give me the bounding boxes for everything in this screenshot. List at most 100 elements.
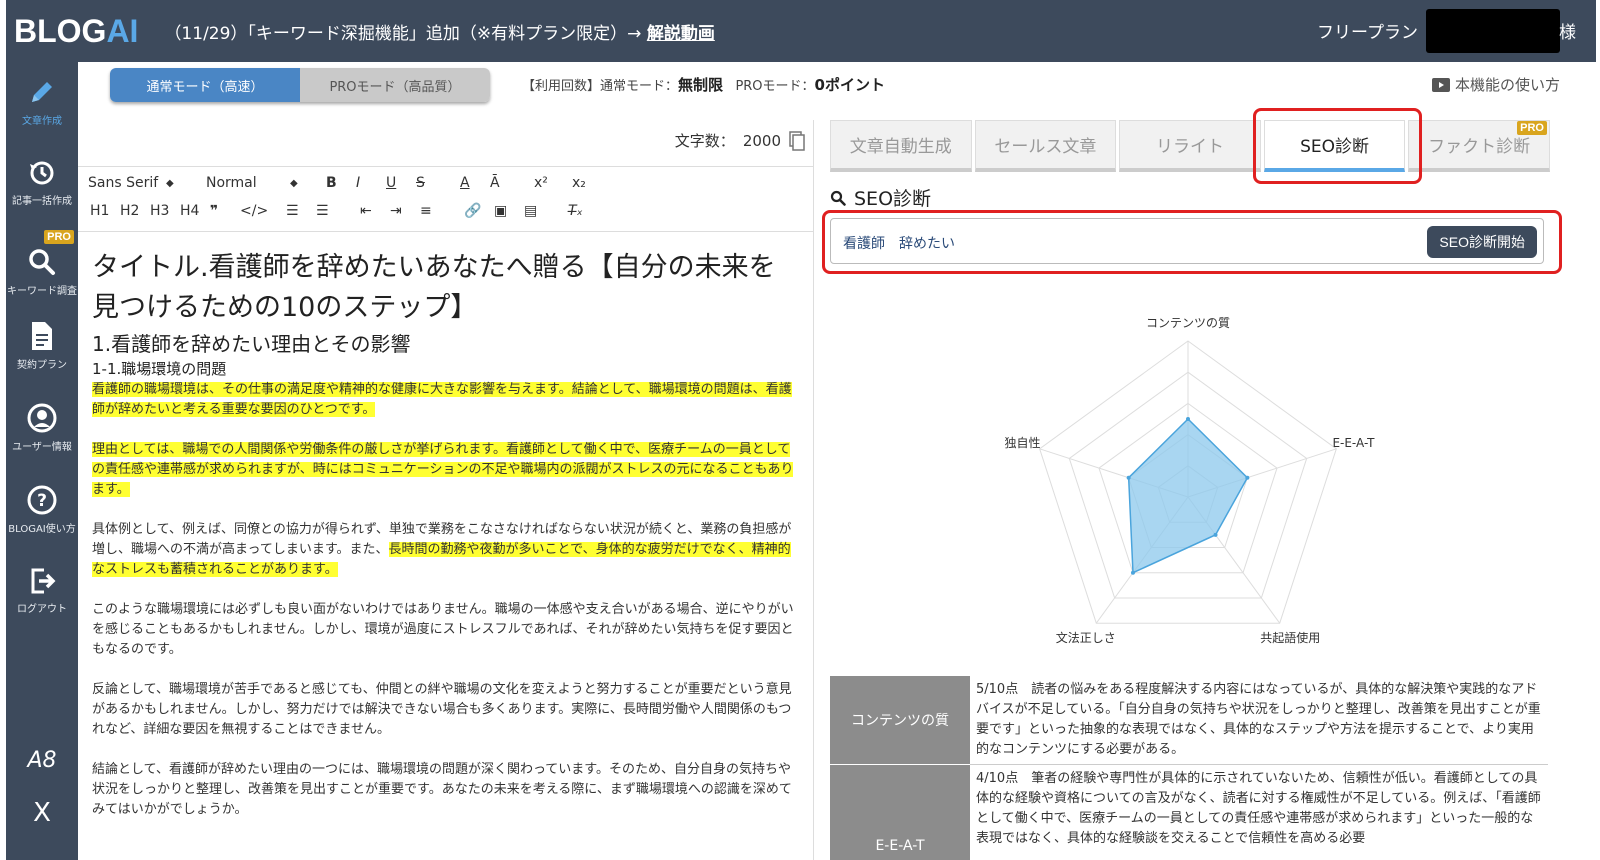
subsection-heading: 1-1.職場環境の問題 (92, 360, 227, 378)
align-button[interactable]: ≡ (420, 203, 464, 219)
indent-button[interactable]: ⇥ (390, 203, 420, 219)
top-bar: BLOGAI （11/29）「キーワード深掘機能」追加（※有料プラン限定）→ 解… (6, 0, 1596, 62)
tutorial-video-link[interactable]: 解説動画 (647, 24, 715, 44)
clear-format-button[interactable]: T̶ₓ (568, 203, 598, 219)
table-row: コンテンツの質 5/10点 読者の悩みをある程度解決する内容にはなっているが、具… (830, 676, 1548, 765)
ordered-list-button[interactable]: ☰ (286, 203, 316, 219)
underline-button[interactable]: U (386, 175, 416, 191)
username-redacted (1426, 9, 1560, 53)
table-row: E-E-A-T 4/10点 筆者の経験や専門性が具体的に示されていないため、信頼… (830, 764, 1548, 860)
radar-axis-label: 文法正しさ (1056, 630, 1116, 645)
score-table: コンテンツの質 5/10点 読者の悩みをある程度解決する内容にはなっているが、具… (830, 676, 1548, 860)
pro-mode-button[interactable]: PROモード（高品質） (300, 68, 490, 102)
paragraph: 理由としては、職場での人間関係や労働条件の厳しさが挙げられます。看護師として働く… (92, 442, 794, 497)
tool-tabs: 文章自動生成 セールス文章 リライト SEO診断 ファクト診断 PRO (830, 120, 1550, 172)
paragraph: 看護師の職場環境は、その仕事の満足度や精神的な健康に大きな影響を与えます。結論と… (92, 382, 792, 417)
paragraph: 具体例として、例えば、同僚との協力が得られず、単独で業務をこなさなければならない… (92, 522, 792, 577)
history-icon (30, 161, 54, 185)
user-icon (27, 403, 57, 433)
logout-icon (31, 568, 56, 594)
sidebar-item-howto[interactable]: ? BLOGAI使い方 (6, 484, 78, 535)
blogai-logo[interactable]: BLOGAI (14, 13, 138, 50)
seo-heading: SEO診断 (830, 184, 931, 211)
sidebar-item-plan[interactable]: 契約プラン (6, 320, 78, 371)
section-heading: 1.看護師を辞めたい理由とその影響 (92, 332, 411, 356)
code-button[interactable]: </> (240, 203, 286, 219)
search-icon (29, 249, 55, 275)
radar-data-point (1245, 475, 1250, 480)
plan-label: フリープラン (1317, 23, 1418, 43)
document-icon (32, 322, 52, 350)
bullet-list-button[interactable]: ☰ (316, 203, 360, 219)
radar-axis-label: 独自性 (1005, 436, 1041, 450)
normal-mode-button[interactable]: 通常モード（高速） (110, 68, 300, 102)
highlight-frame (822, 210, 1562, 274)
seo-radar-chart: コンテンツの質 E-E-A-T 共起語使用 文法正しさ 独自性 (1005, 315, 1376, 645)
radar-series-area (1127, 417, 1249, 574)
sidebar: 文章作成 記事一括作成 PRO キーワード調査 契約プラン ユーザー情報 ? B… (6, 62, 78, 860)
radar-data-point (1213, 532, 1218, 537)
background-color-button[interactable]: Ā (490, 175, 534, 191)
italic-button[interactable]: I (356, 175, 386, 191)
subscript-button[interactable]: x₂ (572, 175, 602, 191)
font-select[interactable]: Sans Serif (88, 175, 166, 191)
x-link[interactable]: X (6, 798, 78, 828)
radar-axis-label: 共起語使用 (1260, 630, 1320, 645)
image-button[interactable]: ▣ (494, 203, 524, 219)
radar-data-point (1186, 417, 1190, 421)
score-category: コンテンツの質 (830, 676, 970, 765)
strike-button[interactable]: S (416, 175, 460, 191)
size-select[interactable]: Normal (206, 175, 290, 191)
h1-button[interactable]: H1 (90, 203, 120, 219)
char-count: 文字数： 2000 (675, 130, 805, 151)
radar-data-point (1130, 570, 1135, 575)
video-button[interactable]: ▤ (524, 203, 568, 219)
paragraph: このような職場環境には必ずしも良い面がないわけではありません。職場の一体感や支え… (92, 602, 794, 657)
article-title: タイトル.看護師を辞めたいあなたへ贈る【自分の未来を見つけるための10のステップ… (92, 252, 776, 323)
a8-link[interactable]: A8 (6, 748, 78, 773)
sidebar-item-logout[interactable]: ログアウト (6, 566, 78, 615)
howto-link[interactable]: 本機能の使い方 (1431, 74, 1560, 95)
tab-sales-copy[interactable]: セールス文章 (974, 120, 1117, 172)
announcement-text: （11/29）「キーワード深掘機能」追加（※有料プラン限定）→ (164, 23, 647, 44)
pro-badge: PRO (44, 230, 74, 244)
video-icon (1431, 77, 1450, 92)
text-color-button[interactable]: A (460, 175, 490, 191)
copy-icon[interactable] (789, 130, 805, 151)
blockquote-button[interactable]: ❞ (210, 203, 240, 219)
question-icon: ? (27, 485, 57, 515)
highlight-frame (1253, 108, 1422, 184)
usage-info: 【利用回数】通常モード：無制限 PROモード：0ポイント (522, 76, 885, 94)
editor-content[interactable]: タイトル.看護師を辞めたいあなたへ贈る【自分の未来を見つけるための10のステップ… (92, 248, 798, 840)
h3-button[interactable]: H3 (150, 203, 180, 219)
tab-rewrite[interactable]: リライト (1119, 120, 1261, 172)
score-category: E-E-A-T (830, 764, 970, 860)
score-comment: 4/10点 筆者の経験や専門性が具体的に示されていないため、信頼性が低い。看護師… (970, 764, 1548, 860)
chevron-updown-icon: ◆ (166, 177, 174, 189)
superscript-button[interactable]: x² (534, 175, 572, 191)
sidebar-item-keyword-research[interactable]: PRO キーワード調査 (6, 230, 78, 297)
editor-toolbar: Sans Serif ◆ Normal ◆ B I U S A Ā x² x₂ … (78, 166, 814, 232)
announcement-banner: （11/29）「キーワード深掘機能」追加（※有料プラン限定）→ 解説動画 (164, 19, 714, 44)
paragraph: 結論として、看護師が辞めたい理由の一つには、職場環境の問題が深く関わっています。… (92, 762, 792, 817)
tab-auto-generate[interactable]: 文章自動生成 (830, 120, 972, 172)
paragraph: 反論として、職場環境が苦手であると感じても、仲間との絆や職場の文化を変えようと努… (92, 682, 792, 737)
outdent-button[interactable]: ⇤ (360, 203, 390, 219)
sidebar-item-create-article[interactable]: 文章作成 (6, 76, 78, 127)
svg-text:?: ? (37, 491, 47, 511)
mode-toggle: 通常モード（高速） PROモード（高品質） (110, 68, 490, 102)
honorific-label: 様 (1559, 23, 1576, 43)
editor-panel: 文字数： 2000 Sans Serif ◆ Normal ◆ B I U S A… (78, 120, 814, 860)
pro-badge: PRO (1517, 121, 1547, 135)
sidebar-item-user-info[interactable]: ユーザー情報 (6, 402, 78, 453)
link-button[interactable]: 🔗 (464, 203, 494, 219)
h4-button[interactable]: H4 (180, 203, 210, 219)
radar-data-point (1126, 475, 1131, 480)
search-icon (830, 190, 846, 206)
radar-axis-label: E-E-A-T (1332, 436, 1375, 450)
sidebar-item-bulk-create[interactable]: 記事一括作成 (6, 158, 78, 207)
h2-button[interactable]: H2 (120, 203, 150, 219)
bold-button[interactable]: B (326, 175, 356, 191)
tab-fact-check[interactable]: ファクト診断 PRO (1408, 120, 1550, 172)
radar-axis-label: コンテンツの質 (1146, 315, 1230, 330)
